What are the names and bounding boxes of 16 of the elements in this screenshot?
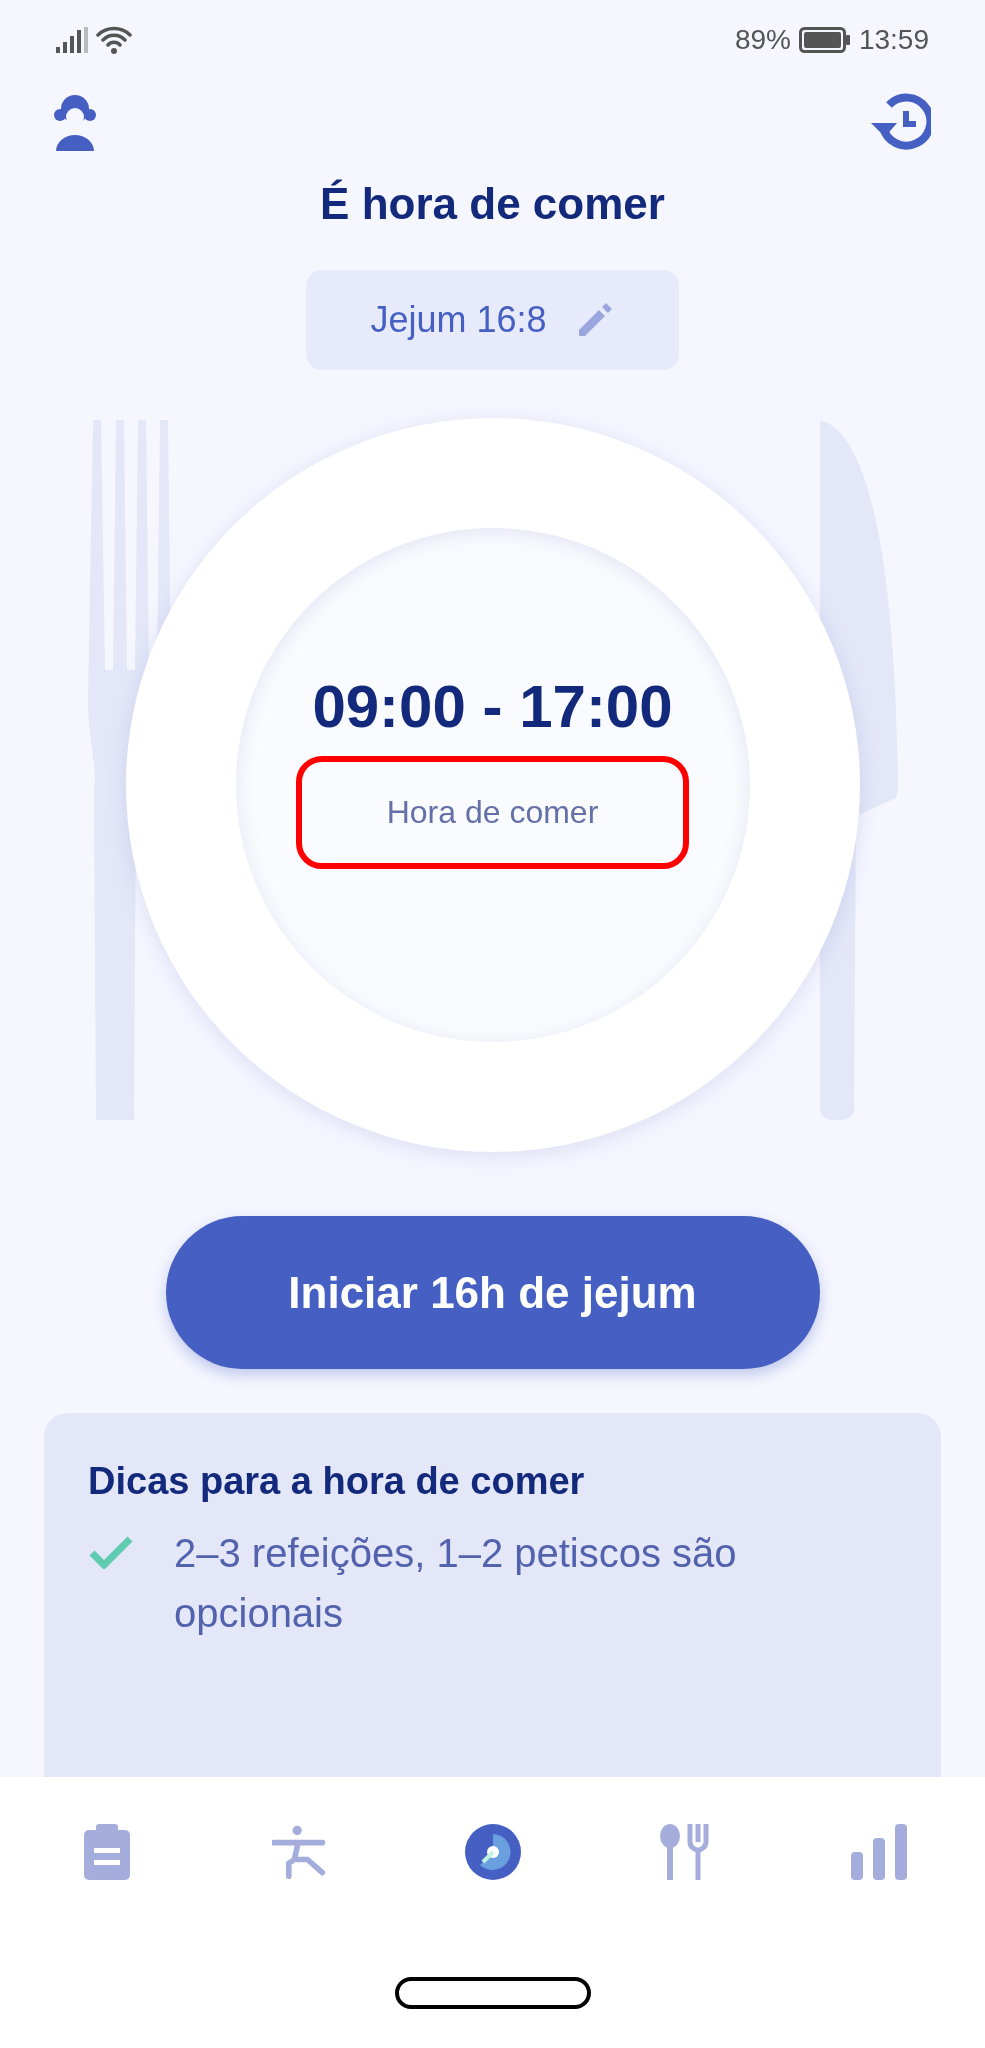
profile-icon[interactable] [54,93,96,151]
history-icon[interactable] [869,93,931,151]
signal-icon [56,27,88,53]
home-indicator[interactable] [394,1977,591,2009]
window-label: Hora de comer [296,755,689,869]
wifi-icon [96,26,132,54]
time-range: 09:00 - 17:00 [312,671,673,742]
tips-heading: Dicas para a hora de comer [88,1459,586,1504]
battery-percent: 89% [734,23,791,57]
tip-text: 2–3 refeições, 1–2 petiscos são opcionais [174,1530,738,1637]
clock-time: 13:59 [858,23,929,57]
plan-button[interactable]: Jejum 16:8 [306,270,679,370]
timer-dial-icon[interactable] [464,1824,521,1880]
page-title: É hora de comer [319,178,666,230]
start-fasting-button[interactable]: Iniciar 16h de jejum [165,1216,820,1369]
battery-icon [798,27,851,53]
